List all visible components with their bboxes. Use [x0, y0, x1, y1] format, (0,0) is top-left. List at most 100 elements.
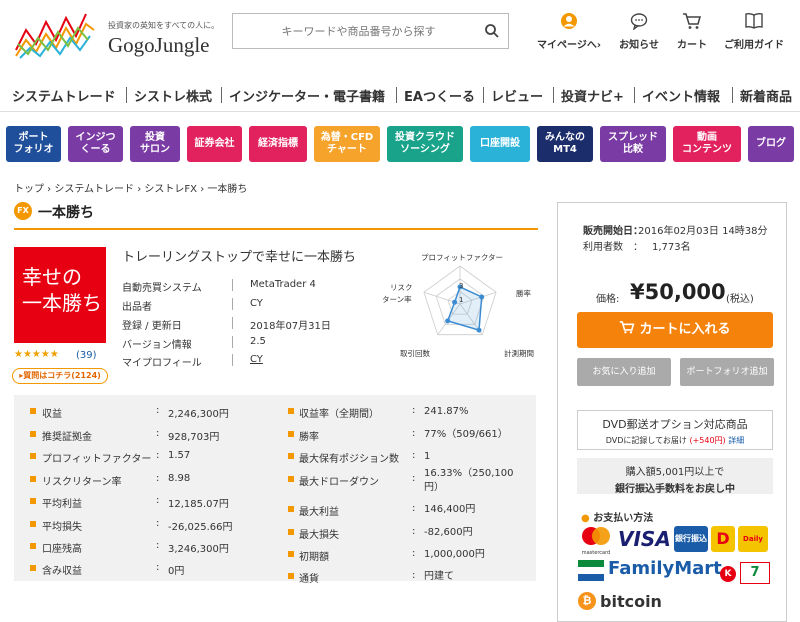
info-label: 出品者: [122, 302, 152, 313]
cat-indi-tsukuru[interactable]: インジつ くーる: [68, 126, 123, 162]
price-tax: (税込): [726, 294, 754, 305]
info-divider: [232, 298, 233, 310]
nav-divider: [483, 87, 484, 103]
mainnav-new-items[interactable]: 新着商品: [740, 86, 792, 105]
users-value: 1,773名: [652, 242, 691, 253]
stat-colon: :: [412, 405, 416, 416]
price-value: ¥50,000: [630, 280, 726, 304]
bank-line2: 銀行振込手数料をお戻し中: [615, 484, 735, 495]
mainnav-shistre-stock[interactable]: シストレ株式: [134, 86, 212, 105]
stat-colon: :: [412, 570, 416, 581]
add-to-cart-button[interactable]: カートに入れる: [577, 312, 773, 348]
stat-value: 3,246,300円: [168, 544, 229, 555]
cat-invest-crowdsourcing[interactable]: 投資クラウド ソーシング: [387, 126, 463, 162]
daily-logo: Daily: [738, 526, 768, 552]
info-label: マイプロフィール: [122, 358, 202, 369]
stat-bullet: [288, 529, 294, 535]
mainnav-invest-navi[interactable]: 投資ナビ+: [561, 86, 624, 105]
logo-icon[interactable]: [14, 10, 96, 60]
nav-news-label: お知らせ: [619, 40, 659, 51]
stat-bullet: [288, 573, 294, 579]
users-label: 利用者数 ：: [583, 242, 643, 253]
stat-bullet: [30, 476, 36, 482]
header: 投資家の英知をすべての人に。 GogoJungle マイページへ› お知らせ カ…: [0, 0, 800, 75]
stat-bullet: [288, 408, 294, 414]
logo-name[interactable]: GogoJungle: [108, 33, 210, 58]
stat-label: 収益: [42, 409, 62, 420]
info-label: 登録 / 更新日: [122, 321, 182, 332]
stat-value: 928,703円: [168, 432, 220, 443]
cat-blog[interactable]: ブログ: [748, 126, 794, 162]
nav-divider: [634, 87, 635, 103]
stat-label: 初期額: [299, 552, 329, 563]
stat-colon: :: [156, 540, 160, 551]
cat-invest-salon[interactable]: 投資 サロン: [130, 126, 180, 162]
stat-value: 8.98: [168, 473, 191, 484]
main-nav: システムトレード シストレ株式 インジケーター・電子書籍 EAつくーる レビュー…: [0, 78, 800, 112]
add-to-cart-label: カートに入れる: [639, 322, 731, 337]
search-input[interactable]: [241, 22, 476, 40]
mainnav-review[interactable]: レビュー: [491, 86, 543, 105]
radar-label-winrate: 勝率: [516, 288, 531, 298]
nav-divider: [396, 87, 397, 103]
add-favorite-button[interactable]: お気に入り追加: [577, 358, 671, 386]
mainnav-events[interactable]: イベント情報: [642, 86, 720, 105]
person-icon: [561, 13, 577, 29]
page-title: 一本勝ち: [38, 205, 94, 221]
profile-link[interactable]: CY: [250, 354, 263, 365]
circlek-logo: K: [720, 566, 736, 582]
qa-button[interactable]: ▸質問はコチラ(2124): [12, 368, 108, 384]
cat-economic-index[interactable]: 経済指標: [249, 126, 307, 162]
nav-cart-label: カート: [677, 40, 707, 51]
radar-chart: プロフィットファクター 勝率 計測期間 取引回数 リスク ターン率 3 1: [382, 253, 534, 358]
stat-colon: :: [412, 503, 416, 514]
cat-fx-cfd-chart[interactable]: 為替・CFD チャート: [314, 126, 380, 162]
nav-news[interactable]: お知らせ: [614, 12, 664, 51]
dvd-option-box: DVD郵送オプション対応商品 DVDに記録してお届け (+540円) 詳細: [577, 410, 773, 450]
familymart-stripes: [578, 560, 604, 582]
mainnav-indicator[interactable]: インジケーター・電子書籍: [229, 86, 385, 105]
cat-minna-mt4[interactable]: みんなの MT4: [537, 126, 593, 162]
cart-icon: [683, 13, 701, 29]
stat-colon: :: [412, 548, 416, 559]
cat-video-content[interactable]: 動画 コンテンツ: [673, 126, 741, 162]
mastercard-icon: [582, 527, 610, 545]
stat-bullet: [30, 565, 36, 571]
search-icon[interactable]: [484, 23, 500, 39]
radar-tick: 1: [459, 296, 463, 304]
cat-securities[interactable]: 証券会社: [187, 126, 242, 162]
stat-bullet: [30, 453, 36, 459]
review-count-link[interactable]: (39): [76, 350, 97, 361]
payment-title: ● お支払い方法: [581, 509, 653, 524]
mainnav-system-trade[interactable]: システムトレード: [12, 86, 116, 105]
add-portfolio-button[interactable]: ポートフォリオ追加: [680, 358, 774, 386]
stat-value: 2,246,300円: [168, 409, 229, 420]
nav-divider: [126, 87, 127, 103]
info-label: バージョン情報: [122, 340, 192, 351]
cat-portfolio[interactable]: ポート フォリオ: [6, 126, 61, 162]
info-value[interactable]: CY: [250, 298, 263, 309]
breadcrumb[interactable]: トップ › システムトレード › シストレFX › 一本勝ち: [14, 180, 247, 195]
nav-divider: [732, 87, 733, 103]
cat-spread-compare[interactable]: スプレッド 比較: [600, 126, 666, 162]
mainnav-ea-tsukuru[interactable]: EAつくーる: [404, 86, 475, 105]
stat-label: 収益率（全期間）: [299, 409, 379, 420]
mastercard-label: mastercard: [581, 550, 611, 556]
nav-guide[interactable]: ご利用ガイド: [718, 12, 790, 51]
release-value: 2016年02月03日 14時38分: [638, 226, 768, 237]
stat-label: 含み収益: [42, 566, 82, 577]
stat-colon: :: [156, 473, 160, 484]
radar-label-period: 計測期間: [504, 348, 534, 358]
info-value: MetaTrader 4: [250, 279, 316, 290]
stat-value: 1: [424, 451, 431, 462]
nav-mypage[interactable]: マイページへ›: [532, 12, 606, 51]
stat-value: 0円: [168, 566, 185, 577]
visa-logo: VISA: [618, 527, 671, 551]
nav-guide-label: ご利用ガイド: [724, 40, 784, 51]
familymart-logo: FamilyMart: [608, 558, 722, 579]
dvd-detail-link[interactable]: 詳細: [728, 436, 744, 445]
dvd-title: DVD郵送オプション対応商品: [602, 418, 748, 431]
nav-cart[interactable]: カート: [672, 12, 712, 51]
cat-account-open[interactable]: 口座開設: [470, 126, 530, 162]
product-subtitle: トレーリングストップで幸せに一本勝ち: [122, 250, 357, 265]
